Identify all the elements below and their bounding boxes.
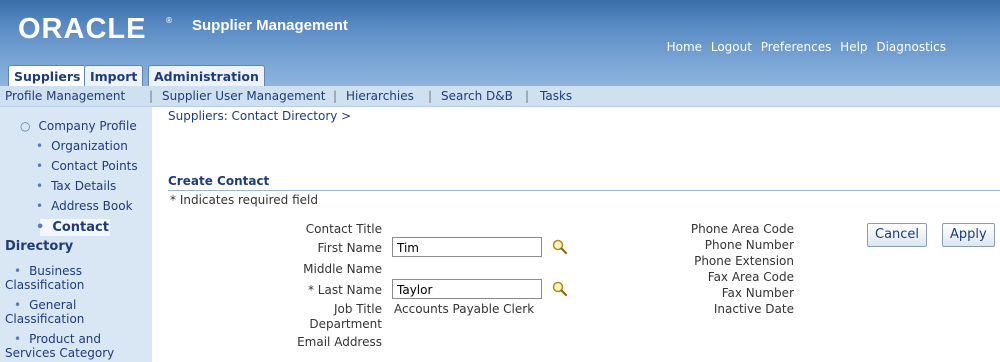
circle-bullet-icon: ○	[20, 119, 31, 133]
job-title-value: Accounts Payable Clerk	[394, 302, 535, 316]
sidebar-item-general-classification-cont[interactable]: Classification	[5, 312, 84, 326]
search-icon[interactable]	[552, 239, 568, 255]
help-link[interactable]: Help	[840, 40, 867, 54]
subnav-separator: |	[525, 89, 530, 103]
bullet-icon: •	[14, 332, 22, 346]
subnav-supplier-user-management[interactable]: Supplier User Management	[162, 89, 325, 103]
tab-administration[interactable]: Administration	[148, 65, 265, 87]
subnav-separator: |	[149, 89, 154, 103]
first-name-label: First Name	[317, 241, 382, 255]
subnav-hierarchies[interactable]: Hierarchies	[346, 89, 414, 103]
department-label: Department	[309, 317, 382, 331]
sidebar-item-contact-points[interactable]: • Contact Points	[36, 159, 138, 173]
logout-link[interactable]: Logout	[711, 40, 752, 54]
required-field-note: * Indicates required field	[170, 193, 319, 207]
bullet-icon: •	[14, 264, 22, 278]
cancel-button[interactable]: Cancel	[867, 223, 928, 247]
sidebar-item-company-profile[interactable]: ○ Company Profile	[20, 119, 137, 133]
subnav-search-dnb[interactable]: Search D&B	[441, 89, 513, 103]
phone-number-label: Phone Number	[704, 238, 794, 252]
tab-bar: Suppliers Import Administration	[0, 62, 1000, 87]
app-header: ORACLE ® Supplier Management Home Logout…	[0, 0, 1000, 62]
sidebar-item-products-services[interactable]: • Product and	[14, 332, 101, 346]
bullet-icon: •	[14, 298, 22, 312]
sidebar-item-contact-directory-cont[interactable]: Directory	[5, 240, 73, 254]
sidebar-item-tax-details[interactable]: • Tax Details	[36, 179, 116, 193]
subnav-profile-management[interactable]: Profile Management	[5, 89, 125, 103]
tab-suppliers[interactable]: Suppliers	[8, 65, 87, 87]
inactive-date-label: Inactive Date	[713, 302, 794, 316]
subnav-separator: |	[333, 89, 338, 103]
middle-name-label: Middle Name	[303, 262, 382, 276]
sidebar-item-general-classification[interactable]: • General	[14, 298, 76, 312]
section-divider	[168, 190, 1000, 191]
contact-title-label: Contact Title	[305, 222, 382, 236]
fax-number-label: Fax Number	[721, 286, 794, 300]
oracle-logo: ORACLE	[18, 13, 147, 45]
sidebar-item-products-services-cont[interactable]: Services Category	[5, 346, 114, 360]
subnav-bar: Profile Management | Supplier User Manag…	[0, 86, 1000, 107]
phone-area-code-label: Phone Area Code	[690, 222, 794, 236]
side-navigation: ○ Company Profile • Organization • Contact …	[0, 107, 152, 362]
subnav-separator: |	[428, 89, 433, 103]
fax-area-code-label: Fax Area Code	[707, 270, 794, 284]
breadcrumb[interactable]: Suppliers: Contact Directory >	[168, 109, 351, 123]
bullet-icon: •	[36, 199, 44, 213]
bullet-icon: •	[36, 139, 44, 153]
email-address-label: Email Address	[297, 335, 382, 349]
sidebar-item-organization[interactable]: • Organization	[36, 139, 128, 153]
subnav-tasks[interactable]: Tasks	[540, 89, 572, 103]
bullet-icon: •	[36, 159, 44, 173]
last-name-label: * Last Name	[307, 283, 382, 297]
last-name-input[interactable]: Taylor	[392, 279, 542, 299]
first-name-input[interactable]: Tim	[392, 237, 542, 257]
job-title-label: Job Title	[333, 302, 382, 316]
bullet-icon: •	[36, 220, 45, 235]
app-title: Supplier Management	[192, 17, 348, 34]
sidebar-item-business-classification-cont[interactable]: Classification	[5, 278, 84, 292]
phone-extension-label: Phone Extension	[694, 254, 794, 268]
bullet-icon: •	[36, 179, 44, 193]
sidebar-item-contact-directory[interactable]: • Contact	[36, 221, 109, 235]
tab-import[interactable]: Import	[84, 65, 144, 87]
global-links: Home Logout Preferences Help Diagnostics	[662, 40, 946, 54]
home-link[interactable]: Home	[667, 40, 702, 54]
search-icon[interactable]	[552, 281, 568, 297]
preferences-link[interactable]: Preferences	[761, 40, 832, 54]
registered-mark: ®	[165, 16, 173, 25]
section-title: Create Contact	[168, 174, 270, 188]
diagnostics-link[interactable]: Diagnostics	[876, 40, 946, 54]
apply-button[interactable]: Apply	[942, 223, 995, 247]
sidebar-item-address-book[interactable]: • Address Book	[36, 199, 133, 213]
sidebar-item-business-classification[interactable]: • Business	[14, 264, 82, 278]
